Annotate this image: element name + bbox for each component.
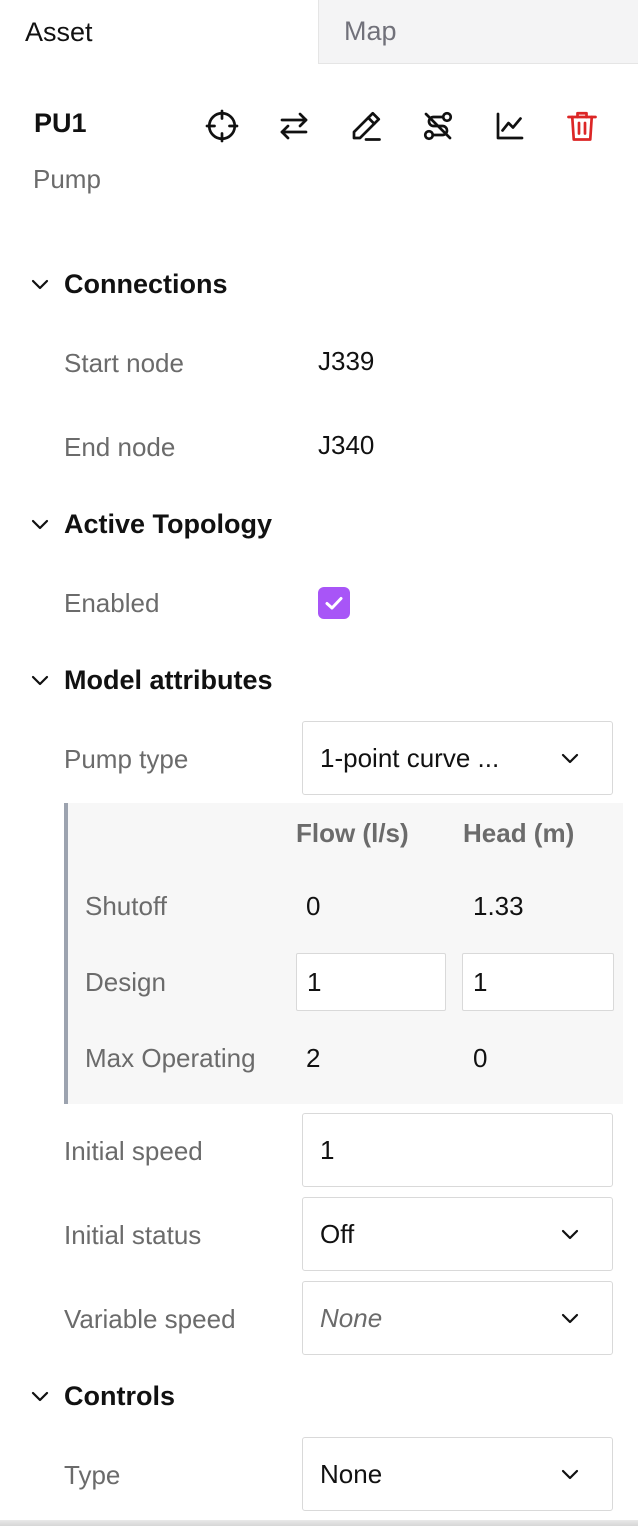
asset-id: PU1 bbox=[34, 108, 87, 138]
chevron-down-icon bbox=[31, 279, 49, 290]
start-node-value: J339 bbox=[318, 346, 375, 376]
bottom-edge-shadow bbox=[0, 1520, 638, 1526]
pump-type-label: Pump type bbox=[64, 744, 189, 774]
max-operating-flow-value: 2 bbox=[306, 1043, 321, 1073]
section-title: Model attributes bbox=[64, 664, 273, 695]
curve-row-label: Shutoff bbox=[85, 891, 167, 921]
curve-row-label: Design bbox=[85, 967, 166, 997]
curve-row-label: Max Operating bbox=[85, 1043, 256, 1073]
initial-speed-value: 1 bbox=[320, 1134, 335, 1165]
initial-status-value: Off bbox=[320, 1218, 355, 1249]
section-title: Controls bbox=[64, 1380, 175, 1411]
control-type-value: None bbox=[320, 1458, 383, 1489]
route-off-icon[interactable] bbox=[420, 108, 456, 144]
max-operating-head-value: 0 bbox=[473, 1043, 488, 1073]
control-type-select[interactable]: None bbox=[302, 1437, 613, 1511]
control-type-label: Type bbox=[64, 1460, 121, 1490]
chevron-down-icon bbox=[561, 753, 579, 764]
asset-type: Pump bbox=[33, 164, 101, 194]
end-node-label: End node bbox=[64, 432, 176, 462]
variable-speed-select[interactable]: None bbox=[302, 1281, 613, 1355]
initial-speed-label: Initial speed bbox=[64, 1136, 203, 1166]
shutoff-head-value: 1.33 bbox=[473, 891, 524, 921]
design-flow-input[interactable]: 1 bbox=[296, 953, 446, 1011]
variable-speed-label: Variable speed bbox=[64, 1304, 236, 1334]
section-connections-toggle[interactable]: Connections bbox=[28, 264, 228, 304]
chevron-down-icon bbox=[561, 1313, 579, 1324]
start-node-label: Start node bbox=[64, 348, 184, 378]
chevron-down-icon bbox=[31, 519, 49, 530]
tab-bar: Asset Map bbox=[0, 0, 638, 64]
initial-status-label: Initial status bbox=[64, 1220, 202, 1250]
variable-speed-placeholder: None bbox=[320, 1302, 383, 1333]
tab-map[interactable]: Map bbox=[318, 0, 638, 64]
end-node-value: J340 bbox=[318, 430, 375, 460]
shutoff-flow-value: 0 bbox=[306, 891, 321, 921]
trash-icon[interactable] bbox=[564, 108, 600, 144]
pump-type-select[interactable]: 1-point curve ... bbox=[302, 721, 613, 795]
enabled-label: Enabled bbox=[64, 588, 160, 618]
initial-speed-input[interactable]: 1 bbox=[302, 1113, 613, 1187]
chart-icon[interactable] bbox=[492, 108, 528, 144]
section-controls-toggle[interactable]: Controls bbox=[28, 1376, 175, 1416]
design-head-input[interactable]: 1 bbox=[462, 953, 614, 1011]
section-title: Active Topology bbox=[64, 508, 273, 539]
swap-icon[interactable] bbox=[276, 108, 312, 144]
chevron-down-icon bbox=[561, 1229, 579, 1240]
initial-status-select[interactable]: Off bbox=[302, 1197, 613, 1271]
enabled-checkbox[interactable] bbox=[318, 587, 350, 619]
tab-asset[interactable]: Asset bbox=[0, 0, 318, 64]
flow-column-header: Flow (l/s) bbox=[296, 818, 409, 848]
check-icon bbox=[325, 597, 343, 610]
chevron-down-icon bbox=[561, 1469, 579, 1480]
crosshair-icon[interactable] bbox=[204, 108, 240, 144]
chevron-down-icon bbox=[31, 675, 49, 686]
section-active-topology-toggle[interactable]: Active Topology bbox=[28, 504, 272, 544]
chevron-down-icon bbox=[31, 1391, 49, 1402]
head-column-header: Head (m) bbox=[463, 818, 575, 848]
pump-type-value: 1-point curve ... bbox=[320, 742, 500, 773]
pencil-icon[interactable] bbox=[348, 108, 384, 144]
section-title: Connections bbox=[64, 268, 228, 299]
section-model-attributes-toggle[interactable]: Model attributes bbox=[28, 660, 273, 700]
